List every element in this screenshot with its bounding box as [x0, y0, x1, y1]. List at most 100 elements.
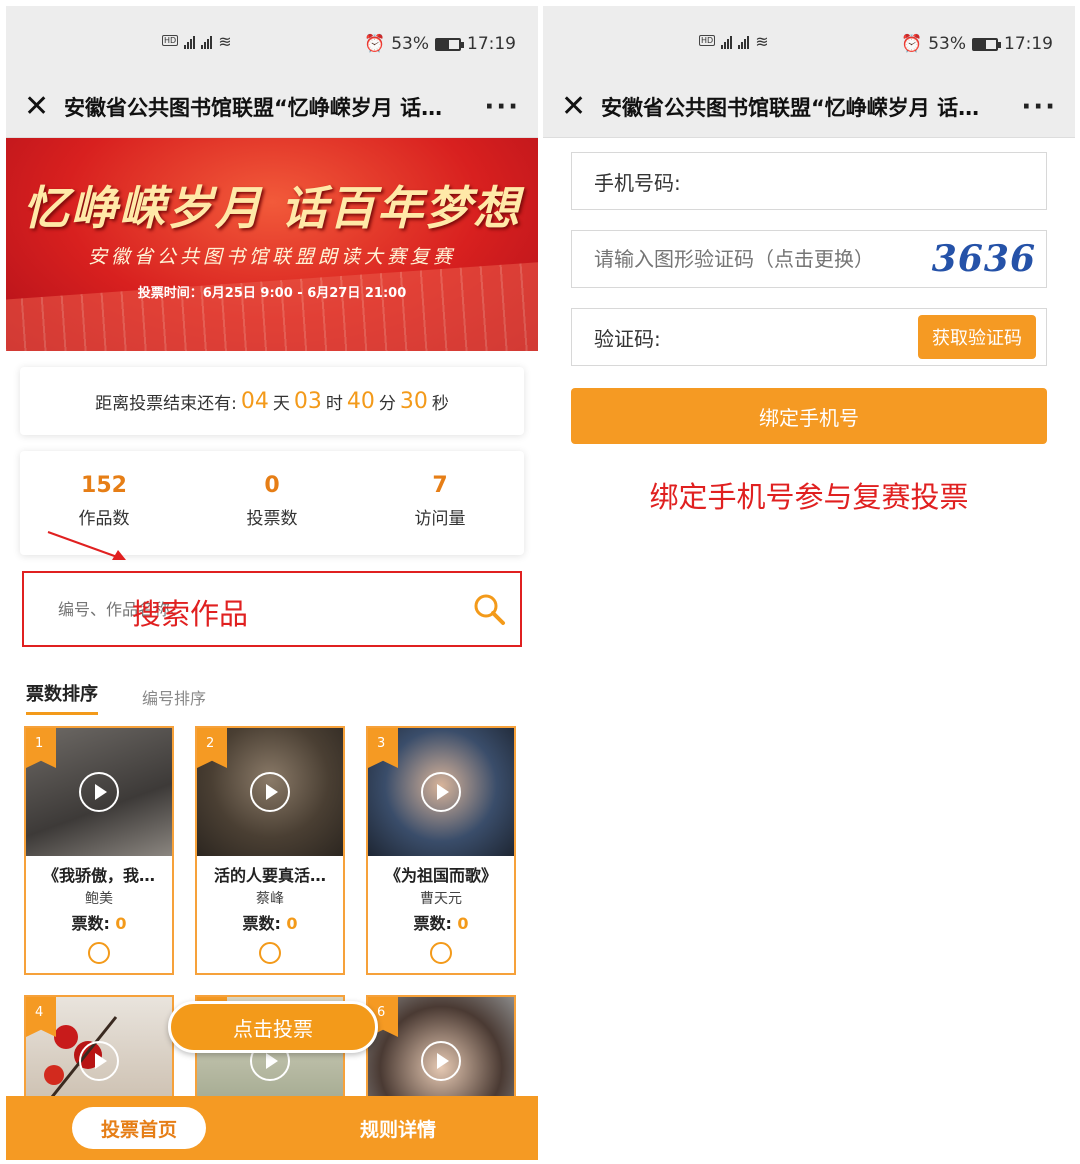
entry-votes: 票数: 0: [368, 910, 514, 934]
status-right: ⏰ 53% 17:19: [901, 34, 1053, 54]
phone-input[interactable]: [680, 169, 1036, 193]
battery-percent: 53%: [928, 34, 966, 54]
vote-countdown: 距离投票结束还有: 04 天 03 时 40 分 30 秒: [20, 367, 524, 435]
tab-sort-by-number[interactable]: 编号排序: [142, 685, 206, 715]
battery-fill: [974, 39, 986, 49]
votes-count: 0: [457, 914, 469, 933]
votes-label: 票数:: [71, 914, 110, 933]
banner-title: 忆峥嵘岁月 话百年梦想: [22, 181, 521, 235]
countdown-days-unit: 天: [272, 393, 290, 414]
play-icon[interactable]: [79, 1041, 119, 1081]
entry-card[interactable]: 1 《我骄傲，我… 鲍美 票数: 0: [24, 726, 174, 975]
entry-votes: 票数: 0: [26, 910, 172, 934]
signal-indicators: HD ≋: [699, 32, 769, 51]
bottom-tabbar: 投票首页 规则详情: [6, 1096, 538, 1160]
alarm-icon: ⏰: [901, 34, 923, 54]
entry-grid: 1 《我骄傲，我… 鲍美 票数: 0 2 活的人要真活… 蔡峰 票数: 0 3 …: [24, 726, 520, 1115]
stat-label: 投票数: [246, 509, 298, 529]
entry-title: 《我骄傲，我…: [42, 866, 155, 885]
banner-scroll-decoration: [6, 261, 538, 351]
signal-icon: [201, 35, 213, 49]
search-box[interactable]: 搜索作品: [22, 571, 522, 647]
entry-thumbnail[interactable]: 1: [26, 728, 172, 856]
more-icon[interactable]: ···: [480, 92, 520, 122]
entry-title: 《为祖国而歌》: [384, 866, 497, 885]
tab-rules-details[interactable]: 规则详情: [360, 1115, 436, 1142]
battery-fill: [437, 39, 449, 49]
left-screen: HD ≋ ⏰ 53% 17:19 ✕ 安徽省公共图书馆联盟“忆峥嵘岁月 话… ·…: [6, 6, 538, 1160]
entry-thumbnail[interactable]: 3: [368, 728, 514, 856]
more-icon[interactable]: ···: [1017, 92, 1057, 122]
phone-field[interactable]: 手机号码:: [571, 152, 1047, 210]
clock: 17:19: [1004, 34, 1053, 54]
captcha-image[interactable]: 3636: [932, 238, 1036, 280]
banner-subtitle: 安徽省公共图书馆联盟朗读大赛复赛: [87, 246, 456, 268]
entry-card[interactable]: 3 《为祖国而歌》 曹天元 票数: 0: [366, 726, 516, 975]
bind-annotation: 绑定手机号参与复赛投票: [649, 480, 969, 514]
status-right: ⏰ 53% 17:19: [364, 34, 516, 54]
phone-label: 手机号码:: [594, 170, 681, 195]
play-icon[interactable]: [250, 772, 290, 812]
rank-badge: 2: [197, 728, 227, 768]
tab-sort-by-votes[interactable]: 票数排序: [26, 680, 98, 715]
bind-phone-button[interactable]: 绑定手机号: [571, 388, 1047, 444]
rank-badge: 3: [368, 728, 398, 768]
entry-votes: 票数: 0: [197, 910, 343, 934]
votes-count: 0: [115, 914, 127, 933]
sms-code-label: 验证码:: [594, 326, 661, 351]
page-title: 安徽省公共图书馆联盟“忆峥嵘岁月 话…: [64, 95, 443, 120]
page-title: 安徽省公共图书馆联盟“忆峥嵘岁月 话…: [601, 95, 980, 120]
signal-icon: [738, 35, 750, 49]
close-icon[interactable]: ✕: [24, 89, 64, 124]
alarm-icon: ⏰: [364, 34, 386, 54]
countdown-seconds-unit: 秒: [431, 393, 449, 414]
stat-votes: 0 投票数: [188, 451, 356, 555]
sms-code-field[interactable]: 验证码: 获取验证码: [571, 308, 1047, 366]
stat-value: 152: [81, 473, 127, 498]
entry-author: 曹天元: [420, 891, 462, 907]
votes-label: 票数:: [413, 914, 452, 933]
countdown-label: 距离投票结束还有:: [95, 393, 237, 414]
stat-label: 作品数: [78, 509, 130, 529]
play-icon[interactable]: [421, 1041, 461, 1081]
select-radio[interactable]: [259, 942, 281, 964]
entry-author: 蔡峰: [256, 891, 284, 907]
webview-titlebar: ✕ 安徽省公共图书馆联盟“忆峥嵘岁月 话… ···: [6, 76, 538, 138]
play-icon[interactable]: [79, 772, 119, 812]
entry-author: 鲍美: [85, 891, 113, 907]
vote-button[interactable]: 点击投票: [168, 1001, 378, 1053]
votes-count: 0: [286, 914, 298, 933]
countdown-hours-unit: 时: [325, 393, 343, 414]
sms-code-input[interactable]: [660, 325, 918, 349]
search-input[interactable]: [58, 599, 472, 619]
signal-indicators: HD ≋: [162, 32, 232, 51]
hd-icon: HD: [699, 35, 716, 46]
tab-vote-home[interactable]: 投票首页: [72, 1107, 206, 1149]
hd-icon: HD: [162, 35, 179, 46]
select-radio[interactable]: [430, 942, 452, 964]
battery-percent: 53%: [391, 34, 429, 54]
clock: 17:19: [467, 34, 516, 54]
countdown-days: 04: [240, 388, 269, 414]
bind-phone-form: 手机号码: 3636 验证码: 获取验证码 绑定手机号 绑定手机号参与复赛投票: [543, 138, 1075, 516]
captcha-input[interactable]: [594, 247, 932, 271]
signal-icon: [184, 35, 196, 49]
stat-value: 0: [264, 473, 280, 498]
sort-tabs: 票数排序 编号排序: [26, 677, 518, 715]
captcha-field[interactable]: 3636: [571, 230, 1047, 288]
stat-value: 7: [432, 473, 448, 498]
search-icon[interactable]: [472, 592, 506, 626]
entry-card[interactable]: 2 活的人要真活… 蔡峰 票数: 0: [195, 726, 345, 975]
get-code-button[interactable]: 获取验证码: [918, 315, 1036, 359]
battery-icon: [972, 37, 1001, 51]
status-bar: HD ≋ ⏰ 53% 17:19: [543, 6, 1075, 76]
stat-visits: 7 访问量: [356, 451, 524, 555]
entry-thumbnail[interactable]: 2: [197, 728, 343, 856]
wifi-icon: ≋: [755, 32, 769, 51]
close-icon[interactable]: ✕: [561, 89, 601, 124]
select-radio[interactable]: [88, 942, 110, 964]
rank-badge: 1: [26, 728, 56, 768]
stat-label: 访问量: [414, 509, 466, 529]
right-screen: HD ≋ ⏰ 53% 17:19 ✕ 安徽省公共图书馆联盟“忆峥嵘岁月 话… ·…: [543, 6, 1075, 1160]
play-icon[interactable]: [421, 772, 461, 812]
